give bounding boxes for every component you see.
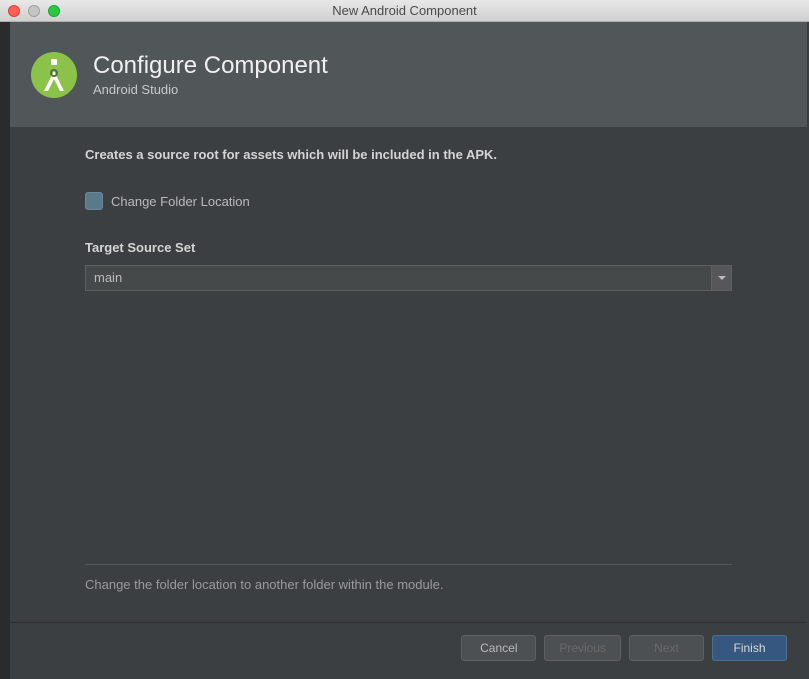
target-source-set-dropdown[interactable]: main <box>85 265 732 291</box>
separator <box>85 564 732 565</box>
finish-button[interactable]: Finish <box>712 635 787 661</box>
dialog-footer: Cancel Previous Next Finish <box>10 622 807 677</box>
dialog-subtitle: Android Studio <box>93 82 328 97</box>
maximize-icon[interactable] <box>48 5 60 17</box>
dialog: Configure Component Android Studio Creat… <box>10 22 807 677</box>
background-shadow <box>0 22 10 679</box>
next-button: Next <box>629 635 704 661</box>
content-spacer <box>85 291 732 564</box>
window-title: New Android Component <box>0 3 809 18</box>
cancel-button[interactable]: Cancel <box>461 635 536 661</box>
close-icon[interactable] <box>8 5 20 17</box>
change-folder-location-row: Change Folder Location <box>85 192 732 210</box>
header-text-group: Configure Component Android Studio <box>93 52 328 97</box>
change-folder-location-label: Change Folder Location <box>111 194 250 209</box>
hint-text: Change the folder location to another fo… <box>85 577 732 592</box>
dialog-content: Creates a source root for assets which w… <box>10 127 807 622</box>
dialog-header: Configure Component Android Studio <box>10 22 807 127</box>
dropdown-toggle[interactable] <box>711 266 731 290</box>
titlebar: New Android Component <box>0 0 809 22</box>
previous-button: Previous <box>544 635 621 661</box>
description-text: Creates a source root for assets which w… <box>85 147 732 162</box>
dialog-title: Configure Component <box>93 52 328 80</box>
chevron-down-icon <box>718 276 726 280</box>
target-source-set-label: Target Source Set <box>85 240 732 255</box>
android-studio-icon <box>30 51 78 99</box>
minimize-icon <box>28 5 40 17</box>
target-source-set-value: main <box>86 266 711 290</box>
window-controls <box>0 5 60 17</box>
change-folder-location-checkbox[interactable] <box>85 192 103 210</box>
